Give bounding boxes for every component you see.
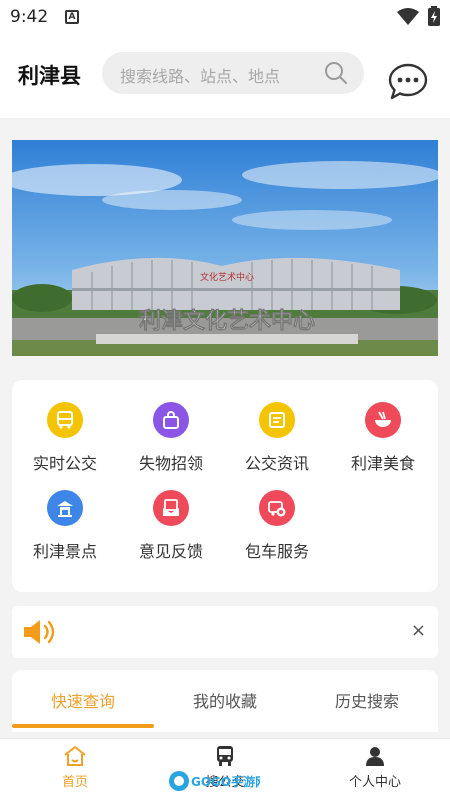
watermark-logo: GOGO手游网: [169, 771, 260, 791]
wifi-icon: [397, 8, 419, 25]
tab-quick-query[interactable]: 快速查询: [12, 688, 154, 712]
battery-icon: [428, 6, 440, 26]
search-icon[interactable]: [324, 61, 348, 85]
feature-label: 利津景点: [32, 542, 97, 561]
speaker-icon: [24, 620, 55, 644]
feature-label: 意见反馈: [138, 542, 203, 561]
feature-realtime-bus[interactable]: 实时公交: [12, 402, 118, 474]
header: 利津县 搜索线路、站点、地点: [0, 34, 450, 118]
scenic-icon: [47, 490, 83, 526]
feedback-icon: [153, 490, 189, 526]
feature-bus-news[interactable]: 公交资讯: [224, 402, 330, 474]
tab-favorites[interactable]: 我的收藏: [154, 688, 296, 712]
tab-history[interactable]: 历史搜索: [296, 688, 438, 712]
message-icon[interactable]: [388, 62, 428, 102]
feature-label: 包车服务: [244, 542, 309, 561]
banner-building-sign: 利津文化艺术中心: [139, 308, 315, 334]
feature-label: 实时公交: [32, 454, 97, 473]
feature-label: 利津美食: [350, 454, 415, 473]
bottom-nav: 首页 搜公交 个人中心 GOGO手游网: [0, 738, 450, 800]
nav-label: 个人中心: [348, 775, 401, 790]
watermark-text: GOGO手游网: [191, 774, 260, 789]
bus-icon: [217, 746, 233, 766]
feature-grid: 实时公交 失物招领 公交资讯 利津美食 利津景点 意见反馈 包车服务: [12, 380, 438, 592]
feature-charter-service[interactable]: 包车服务: [224, 490, 330, 562]
status-time: 9:42: [10, 7, 49, 27]
city-selector[interactable]: 利津县: [18, 60, 81, 90]
news-icon: [259, 402, 295, 438]
feature-lost-found[interactable]: 失物招领: [118, 402, 224, 474]
feature-label: 失物招领: [138, 454, 203, 473]
query-tabs: 快速查询 我的收藏 历史搜索: [12, 670, 438, 732]
food-icon: [365, 402, 401, 438]
feature-label: 公交资讯: [244, 454, 309, 473]
status-bar: 9:42 A: [0, 0, 450, 34]
feature-scenic-spots[interactable]: 利津景点: [12, 490, 118, 562]
bag-icon: [153, 402, 189, 438]
close-icon[interactable]: ×: [411, 620, 426, 641]
banner-image[interactable]: 文化艺术中心 利津文化艺术中心: [12, 140, 438, 356]
notice-bar: ×: [12, 606, 438, 658]
home-icon: [64, 746, 86, 766]
bus-icon: [47, 402, 83, 438]
search-placeholder: 搜索线路、站点、地点: [120, 67, 281, 86]
charter-icon: [259, 490, 295, 526]
banner-photo: 文化艺术中心 利津文化艺术中心: [12, 140, 438, 356]
search-bar[interactable]: 搜索线路、站点、地点: [102, 52, 364, 94]
active-tab-indicator: [12, 724, 154, 728]
notification-icon: A: [65, 10, 79, 24]
nav-profile[interactable]: 个人中心: [300, 745, 450, 790]
banner-top-sign: 文化艺术中心: [200, 271, 254, 283]
feature-feedback[interactable]: 意见反馈: [118, 490, 224, 562]
user-icon: [366, 747, 384, 766]
feature-local-food[interactable]: 利津美食: [330, 402, 436, 474]
nav-label: 首页: [61, 775, 88, 790]
nav-home[interactable]: 首页: [0, 745, 150, 790]
